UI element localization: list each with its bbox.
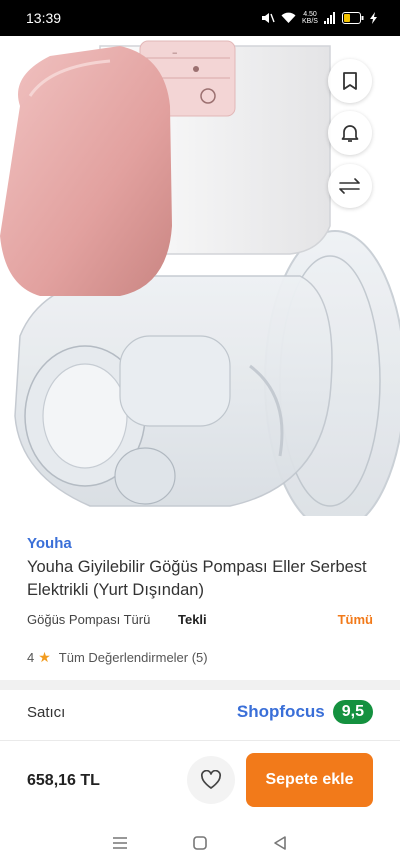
star-icon: ★ <box>38 649 51 665</box>
bell-icon <box>341 125 359 142</box>
reviews-link[interactable]: Tüm Değerlendirmeler (5) <box>59 650 208 665</box>
variant-all-link[interactable]: Tümü <box>338 612 373 627</box>
recents-button[interactable] <box>105 828 135 858</box>
bookmark-icon <box>343 72 357 90</box>
variant-label: Göğüs Pompası Türü <box>27 612 151 627</box>
svg-text:–: – <box>172 46 178 59</box>
variant-value[interactable]: Tekli <box>178 612 207 627</box>
seller-label: Satıcı <box>27 703 66 721</box>
status-icons: 4.50 KB/S <box>261 11 378 25</box>
purchase-bar: 658,16 TL Sepete ekle <box>0 740 400 820</box>
bookmark-button[interactable] <box>328 59 372 103</box>
back-button[interactable] <box>265 828 295 858</box>
product-title: Youha Giyilebilir Göğüs Pompası Eller Se… <box>27 558 367 599</box>
wifi-icon <box>281 12 296 23</box>
battery-icon <box>342 12 364 24</box>
square-icon <box>193 836 207 850</box>
network-speed: 4.50 KB/S <box>302 11 318 25</box>
product-image-area[interactable]: – <box>0 36 400 516</box>
compare-arrows-icon <box>339 178 360 194</box>
back-triangle-icon <box>274 836 286 850</box>
status-bar: 13:39 4.50 KB/S <box>0 0 400 36</box>
rating-row[interactable]: 4 ★ Tüm Değerlendirmeler (5) <box>27 649 208 666</box>
rating-value: 4 <box>27 650 35 665</box>
favorite-button[interactable] <box>187 756 235 804</box>
mute-icon <box>262 13 275 23</box>
heart-icon <box>200 770 222 789</box>
variant-row[interactable]: Göğüs Pompası Türü Tekli Tümü <box>27 612 373 627</box>
section-divider <box>0 680 400 690</box>
breast-pump-product-image: – <box>0 40 400 516</box>
signal-icon <box>324 12 335 24</box>
compare-button[interactable] <box>328 164 372 208</box>
home-button[interactable] <box>185 828 215 858</box>
seller-score-badge: 9,5 <box>332 700 373 724</box>
product-price: 658,16 TL <box>27 772 100 789</box>
notify-button[interactable] <box>328 111 372 155</box>
seller-name-link[interactable]: Shopfocus <box>237 702 325 722</box>
brand-link[interactable]: Youha <box>27 535 72 552</box>
seller-row[interactable]: Satıcı Shopfocus 9,5 <box>27 700 373 724</box>
system-nav-bar <box>0 820 400 866</box>
status-time: 13:39 <box>26 10 62 26</box>
menu-icon <box>113 837 127 849</box>
charging-icon <box>370 12 377 24</box>
add-to-cart-button[interactable]: Sepete ekle <box>246 753 373 807</box>
